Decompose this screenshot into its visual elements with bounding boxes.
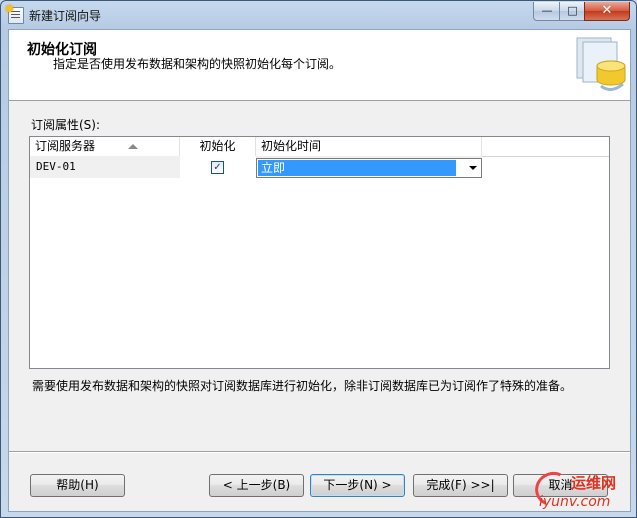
title-bar[interactable]: 新建订阅向导 — □ ✕ [1, 1, 636, 29]
next-button[interactable]: 下一步(N) > [310, 474, 405, 497]
init-time-dropdown[interactable]: 立即 [256, 158, 482, 178]
grid-header: 订阅服务器 初始化 初始化时间 [30, 137, 609, 157]
back-button[interactable]: < 上一步(B) [209, 474, 304, 497]
minimize-button[interactable]: — [533, 2, 561, 21]
finish-button[interactable]: 完成(F) >>| [413, 474, 508, 497]
subscription-grid[interactable]: 订阅服务器 初始化 初始化时间 DEV-01 ✓ 立即 [29, 136, 610, 369]
subscriber-cell: DEV-01 [30, 156, 180, 178]
column-initialize[interactable]: 初始化 [180, 137, 256, 156]
watermark-top-text: 运维网 [571, 474, 617, 492]
column-init-time[interactable]: 初始化时间 [256, 137, 482, 156]
database-wizard-icon [576, 37, 626, 91]
column-subscriber[interactable]: 订阅服务器 [30, 137, 180, 156]
close-button[interactable]: ✕ [584, 2, 630, 21]
table-row[interactable]: DEV-01 ✓ 立即 [30, 156, 609, 178]
sort-ascending-icon [128, 144, 138, 149]
wizard-app-icon [6, 5, 24, 24]
footer-divider [9, 451, 630, 453]
maximize-button[interactable]: □ [559, 2, 586, 21]
help-button[interactable]: 帮助(H) [30, 474, 125, 497]
watermark: 运维网 iyunv.com [530, 466, 636, 516]
wizard-client-area: 初始化订阅 指定是否使用发布数据和架构的快照初始化每个订阅。 订阅属性(S): … [8, 29, 631, 512]
watermark-bottom-text: iyunv.com [539, 494, 611, 510]
wizard-header: 初始化订阅 指定是否使用发布数据和架构的快照初始化每个订阅。 [9, 30, 630, 101]
initialize-cell: ✓ [180, 156, 256, 178]
subscription-properties-label: 订阅属性(S): [31, 118, 101, 132]
initialize-checkbox[interactable]: ✓ [211, 161, 224, 174]
wizard-window: 新建订阅向导 — □ ✕ 初始化订阅 指定是否使用发布数据和架构的快照初始化每个… [0, 0, 637, 518]
chevron-down-icon[interactable] [469, 166, 477, 170]
init-time-cell: 立即 [256, 156, 482, 178]
init-time-value: 立即 [258, 160, 456, 176]
window-title: 新建订阅向导 [29, 9, 102, 23]
initialization-note: 需要使用发布数据和架构的快照对订阅数据库进行初始化，除非订阅数据库已为订阅作了特… [32, 379, 573, 393]
page-subtitle: 指定是否使用发布数据和架构的快照初始化每个订阅。 [53, 57, 342, 71]
